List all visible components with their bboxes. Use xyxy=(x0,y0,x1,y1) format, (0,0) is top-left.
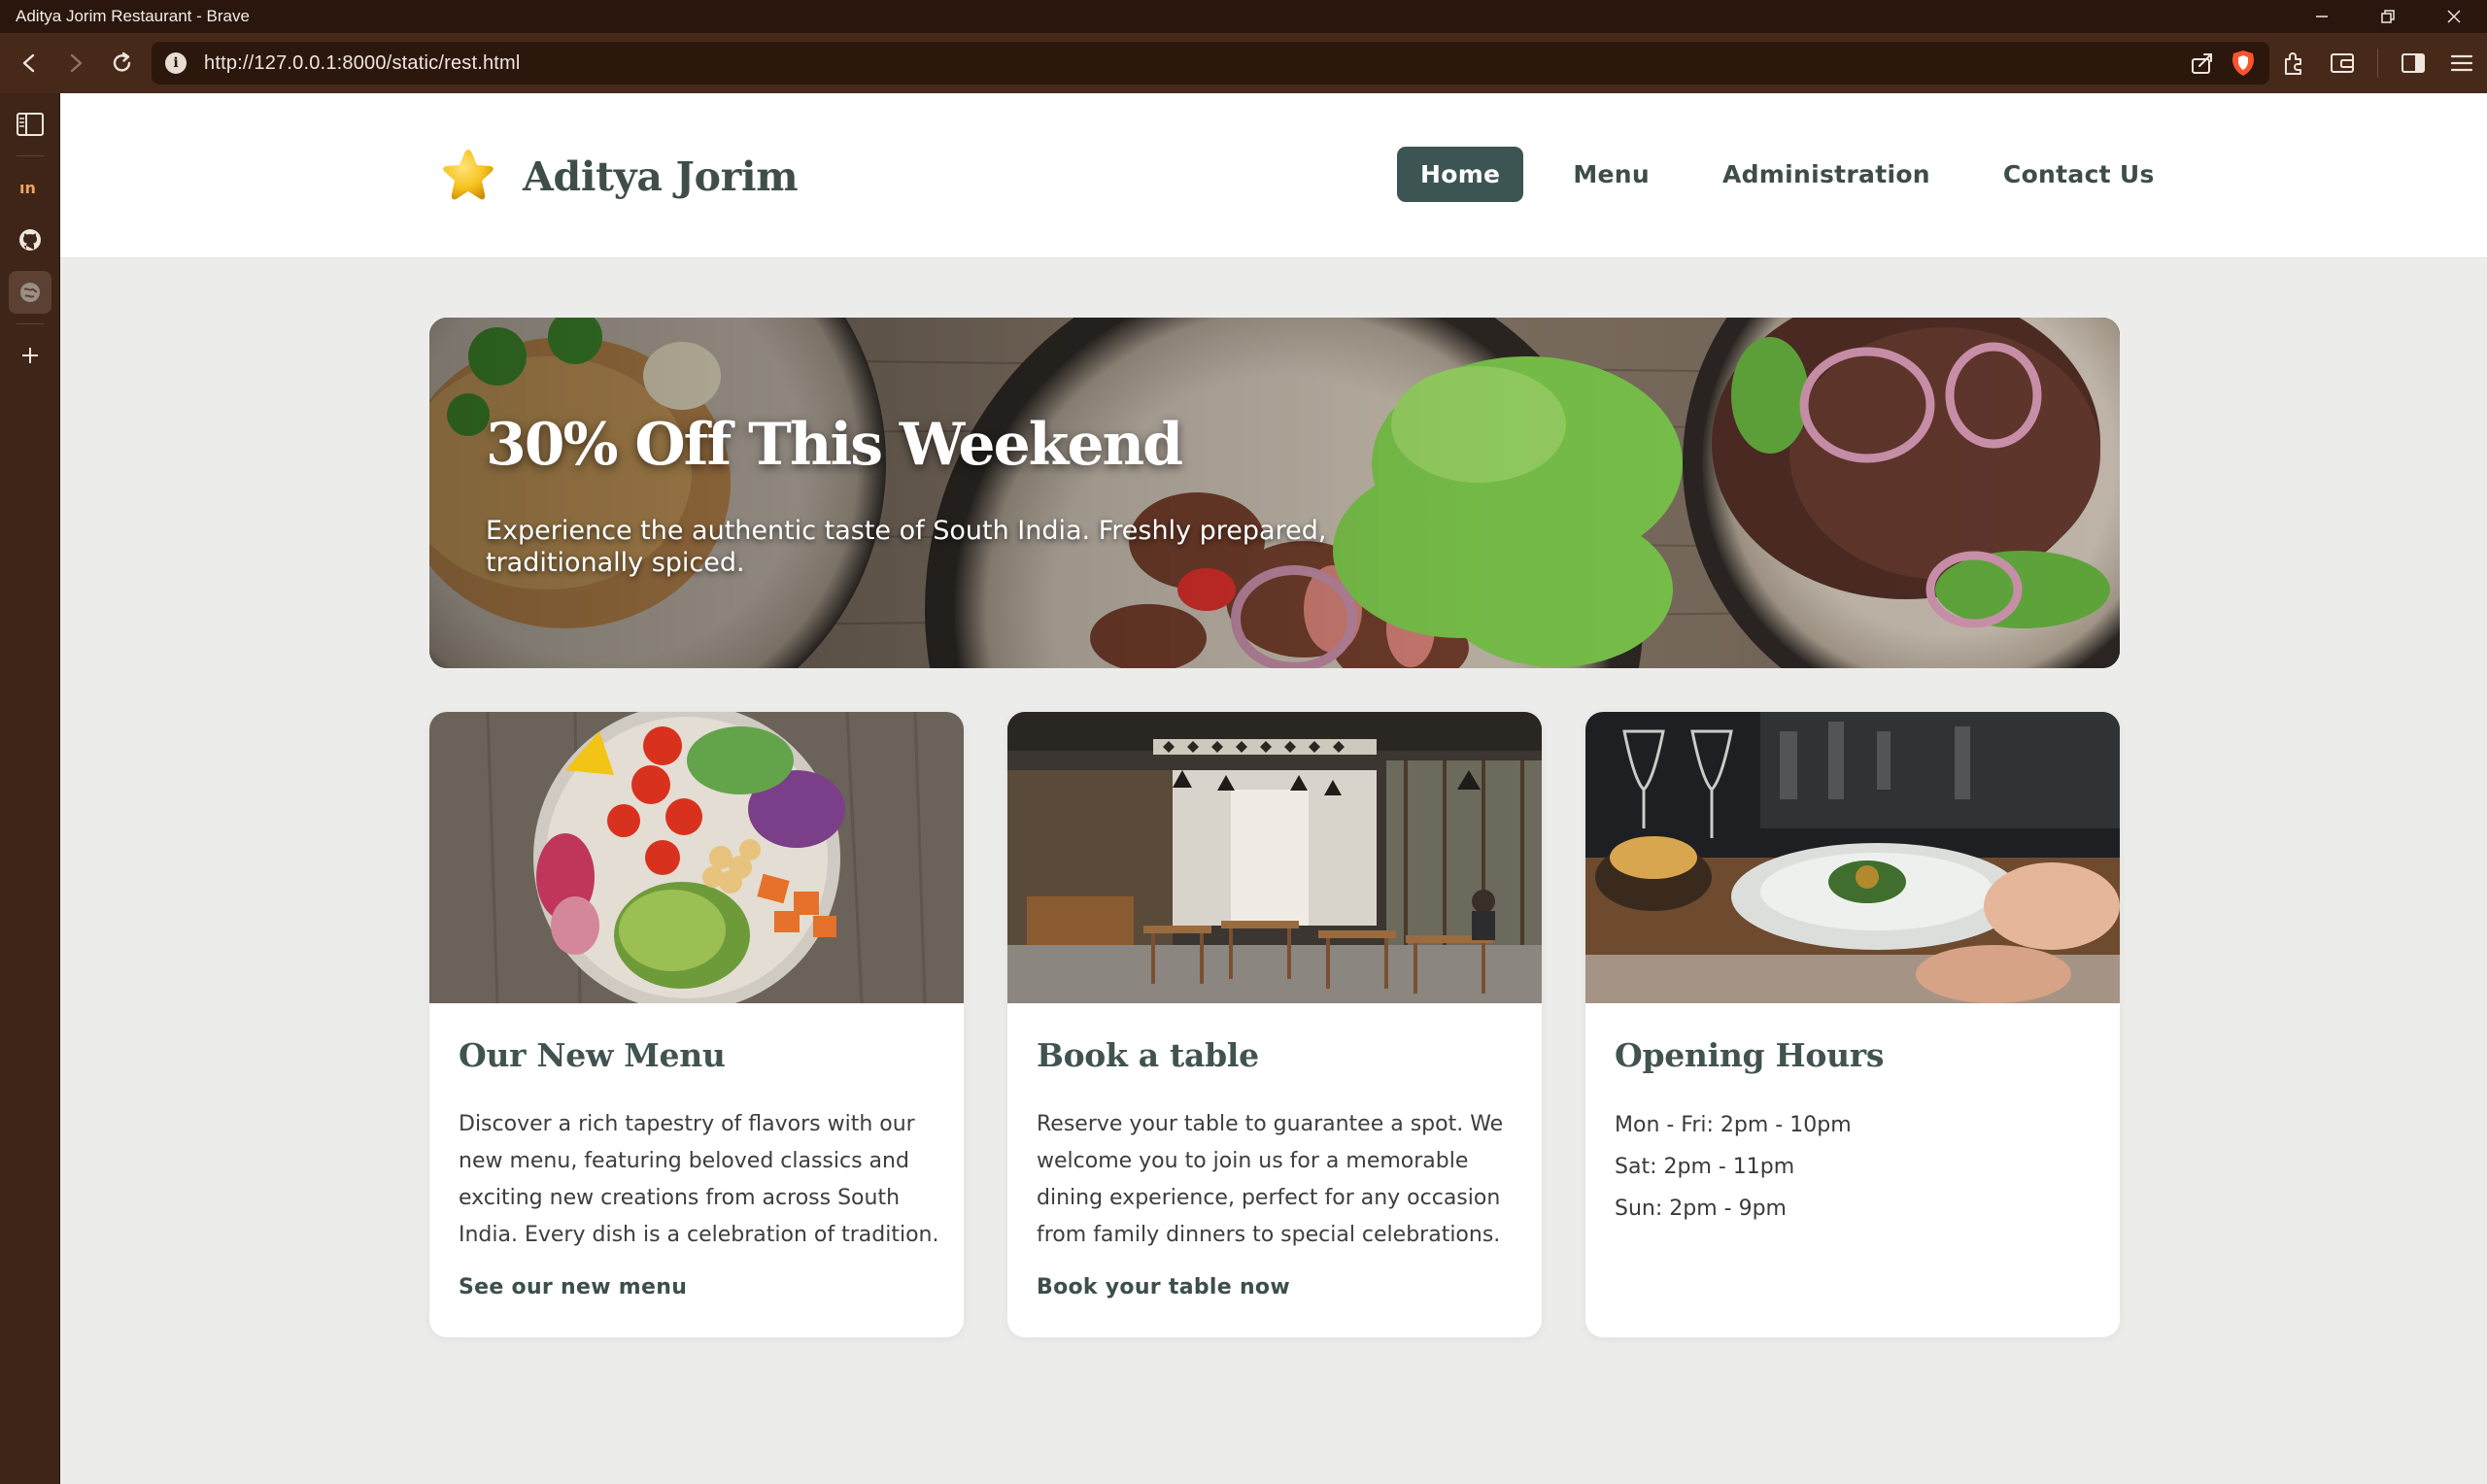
share-icon[interactable] xyxy=(2190,51,2215,76)
forward-arrow-icon xyxy=(70,53,83,73)
sidebar-add-button[interactable] xyxy=(9,334,51,377)
hamburger-icon xyxy=(2450,54,2473,72)
extensions-button[interactable] xyxy=(2276,42,2311,84)
nav-contact-us[interactable]: Contact Us xyxy=(1980,147,2178,202)
github-icon xyxy=(18,229,41,251)
address-bar[interactable]: i http://127.0.0.1:8000/static/rest.html xyxy=(152,42,2269,84)
plus-icon xyxy=(21,348,38,363)
restaurant-interior-photo xyxy=(1007,712,1542,1003)
nav-menu[interactable]: Menu xyxy=(1550,147,1673,202)
card-opening-hours: Opening Hours Mon - Fri: 2pm - 10pm Sat:… xyxy=(1585,712,2120,1337)
card-text: Reserve your table to guarantee a spot. … xyxy=(1037,1112,1504,1247)
reload-icon xyxy=(113,51,131,72)
nav-administration[interactable]: Administration xyxy=(1699,147,1954,202)
brand[interactable]: Aditya Jorim xyxy=(437,146,799,208)
opening-hours-list: Mon - Fri: 2pm - 10pm Sat: 2pm - 11pm Su… xyxy=(1615,1104,1852,1230)
svg-text:ın: ın xyxy=(19,179,36,197)
hours-sunday: Sun: 2pm - 9pm xyxy=(1615,1197,1787,1221)
site-header: Aditya Jorim Home Menu Administration Co… xyxy=(60,93,2487,258)
brand-name: Aditya Jorim xyxy=(523,153,799,200)
card-title: Our New Menu xyxy=(459,1036,726,1074)
wallet-button[interactable] xyxy=(2325,42,2360,84)
sidebar-panel-icon xyxy=(2402,53,2425,73)
hours-saturday: Sat: 2pm - 11pm xyxy=(1615,1155,1795,1179)
main-nav: Home Menu Administration Contact Us xyxy=(1397,147,2178,202)
card-new-menu: Our New Menu Discover a rich tapestry of… xyxy=(429,712,964,1337)
puzzle-icon xyxy=(2285,52,2301,75)
globe-icon xyxy=(19,283,40,302)
hours-weekday: Mon - Fri: 2pm - 10pm xyxy=(1615,1113,1852,1137)
close-icon xyxy=(2447,10,2461,23)
salad-bowl-photo xyxy=(429,712,964,1003)
card-title: Opening Hours xyxy=(1615,1036,1885,1074)
url-text[interactable]: http://127.0.0.1:8000/static/rest.html xyxy=(204,52,521,75)
browser-sidebar: ın xyxy=(0,93,60,1484)
close-window-button[interactable] xyxy=(2421,0,2487,33)
restore-icon xyxy=(2381,10,2395,23)
page-viewport: Aditya Jorim Home Menu Administration Co… xyxy=(60,93,2487,1484)
card-book-table: Book a table Reserve your table to guara… xyxy=(1007,712,1542,1337)
sidebar-web-item[interactable] xyxy=(8,271,51,314)
card-title: Book a table xyxy=(1037,1036,1259,1074)
book-table-link[interactable]: Book your table now xyxy=(1037,1275,1290,1299)
dining-table-photo xyxy=(1585,712,2120,1003)
sidebar-panel-icon xyxy=(16,113,44,136)
minimize-button[interactable] xyxy=(2289,0,2355,33)
browser-toolbar: i http://127.0.0.1:8000/static/rest.html xyxy=(0,33,2487,93)
window-title: Aditya Jorim Restaurant - Brave xyxy=(16,7,250,25)
back-arrow-icon xyxy=(22,53,35,73)
restore-button[interactable] xyxy=(2355,0,2421,33)
back-button[interactable] xyxy=(8,42,51,84)
wallet-icon xyxy=(2331,53,2354,73)
sidebar-panel-button[interactable] xyxy=(9,103,51,146)
brave-shield-icon[interactable] xyxy=(2231,50,2256,77)
hero-food-photo xyxy=(429,318,2120,668)
sidebar-toggle-button[interactable] xyxy=(2396,42,2431,84)
hero-title: 30% Off This Weekend xyxy=(486,411,1183,479)
site-info-icon[interactable]: i xyxy=(165,52,187,74)
reload-button[interactable] xyxy=(101,42,144,84)
nav-home[interactable]: Home xyxy=(1397,147,1524,202)
sidebar-github-item[interactable] xyxy=(9,219,51,261)
app-logo-icon: ın xyxy=(19,179,36,197)
hero-text: Experience the authentic taste of South … xyxy=(486,516,1327,578)
window-titlebar: Aditya Jorim Restaurant - Brave xyxy=(0,0,2487,33)
main-menu-button[interactable] xyxy=(2444,42,2479,84)
star-logo-icon xyxy=(443,150,494,200)
forward-button[interactable] xyxy=(54,42,97,84)
card-text: Discover a rich tapestry of flavors with… xyxy=(459,1112,939,1247)
minimize-icon xyxy=(2316,16,2328,17)
see-menu-link[interactable]: See our new menu xyxy=(459,1275,687,1299)
sidebar-app-item[interactable]: ın xyxy=(9,166,51,209)
hero-banner: 30% Off This Weekend Experience the auth… xyxy=(429,318,2120,668)
